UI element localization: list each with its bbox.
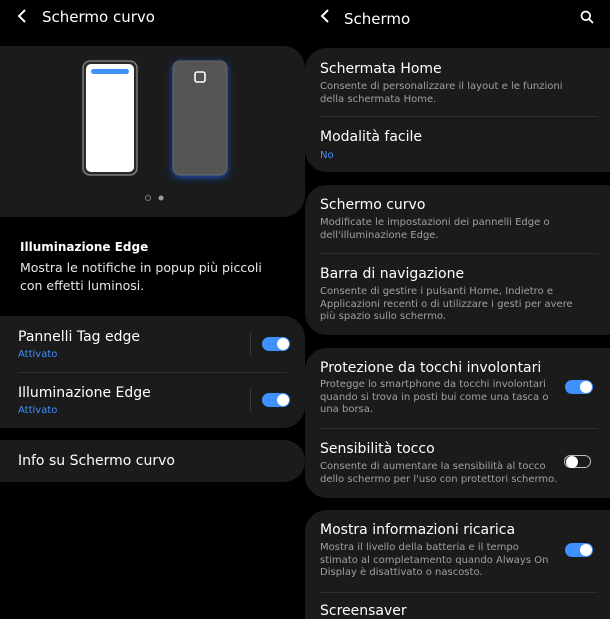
item-title: Mostra informazioni ricarica	[320, 522, 516, 538]
settings-group-edge-nav: Schermo curvo Modificate le impostazioni…	[305, 185, 610, 335]
toggle-knob	[277, 338, 289, 350]
settings-group-home: Schermata Home Consente di personalizzar…	[305, 48, 610, 172]
feature-description: Mostra le notifiche in popup più piccoli…	[20, 260, 262, 293]
settings-group-touch: Protezione da tocchi involontari Protegg…	[305, 348, 610, 498]
protezione-tocchi-toggle[interactable]	[565, 380, 593, 394]
item-sensibilita-tocco[interactable]: Sensibilità tocco Consente di aumentare …	[305, 428, 610, 498]
setting-row-pannelli-tag-edge[interactable]: Pannelli Tag edge Attivato	[0, 316, 305, 372]
item-screensaver[interactable]: Screensaver	[305, 592, 610, 619]
edge-settings-card: Pannelli Tag edge Attivato Illuminazione…	[0, 316, 305, 428]
info-card[interactable]: Info su Schermo curvo	[0, 440, 305, 482]
info-link[interactable]: Info su Schermo curvo	[18, 453, 175, 469]
item-description: Consente di personalizzare il layout e l…	[320, 81, 563, 105]
item-title: Sensibilità tocco	[320, 441, 435, 457]
setting-row-illuminazione-edge[interactable]: Illuminazione Edge Attivato	[0, 372, 305, 428]
page-title: Schermo	[344, 10, 411, 28]
setting-status: Attivato	[18, 405, 58, 416]
item-description: Protegge lo smartphone da tocchi involon…	[320, 379, 549, 415]
back-arrow-icon[interactable]	[16, 8, 30, 24]
mostra-info-ricarica-toggle[interactable]	[565, 543, 593, 557]
illuminazione-edge-toggle[interactable]	[262, 393, 290, 407]
phone-panels-icon	[82, 60, 138, 176]
item-title: Barra di navigazione	[320, 266, 465, 282]
toggle-knob	[277, 394, 289, 406]
setting-label: Pannelli Tag edge	[18, 329, 141, 345]
sensibilita-tocco-toggle[interactable]	[564, 455, 591, 468]
toggle-knob	[565, 455, 578, 468]
page-dot-active-icon[interactable]	[158, 195, 164, 201]
left-header: Schermo curvo	[0, 0, 305, 36]
toggle-knob	[580, 381, 592, 393]
search-icon[interactable]	[580, 10, 594, 24]
item-description: Modificate le impostazioni dei pannelli …	[320, 217, 550, 241]
right-pane-display-settings: Schermo Schermata Home Consente di perso…	[305, 0, 610, 619]
setting-status: Attivato	[18, 349, 58, 360]
item-schermo-curvo[interactable]: Schermo curvo Modificate le impostazioni…	[305, 185, 610, 253]
item-title: Schermata Home	[320, 61, 442, 77]
back-arrow-icon[interactable]	[319, 8, 333, 24]
item-description: Consente di gestire i pulsanti Home, Ind…	[320, 286, 573, 322]
pannelli-tag-edge-toggle[interactable]	[262, 337, 290, 351]
settings-group-charging: Mostra informazioni ricarica Mostra il l…	[305, 510, 610, 619]
item-protezione-tocchi[interactable]: Protezione da tocchi involontari Protegg…	[305, 348, 610, 428]
page-title: Schermo curvo	[42, 8, 155, 26]
item-title: Protezione da tocchi involontari	[320, 360, 542, 376]
phone-lighting-icon	[172, 60, 228, 177]
toggle-knob	[580, 544, 592, 556]
item-description: Mostra il livello della batteria e il te…	[320, 542, 549, 578]
left-pane-edge-screen: Schermo curvo Illuminazione Edge Mostra …	[0, 0, 305, 619]
edge-preview-card	[0, 46, 305, 217]
item-description: Consente di aumentare la sensibilità al …	[320, 461, 558, 485]
page-dot-icon[interactable]	[145, 195, 151, 201]
row-separator	[250, 333, 251, 355]
item-title: Screensaver	[320, 603, 407, 619]
row-separator	[250, 389, 251, 411]
setting-label: Illuminazione Edge	[18, 385, 151, 401]
item-title: Schermo curvo	[320, 197, 426, 213]
item-value: No	[320, 150, 334, 161]
item-title: Modalità facile	[320, 129, 423, 145]
edge-preview-illustration	[82, 60, 228, 201]
feature-title: Illuminazione Edge	[20, 240, 149, 254]
right-header: Schermo	[305, 0, 610, 36]
item-barra-navigazione[interactable]: Barra di navigazione Consente di gestire…	[305, 253, 610, 335]
item-schermata-home[interactable]: Schermata Home Consente di personalizzar…	[305, 48, 610, 116]
item-modalita-facile[interactable]: Modalità facile No	[305, 116, 610, 172]
item-mostra-info-ricarica[interactable]: Mostra informazioni ricarica Mostra il l…	[305, 510, 610, 592]
